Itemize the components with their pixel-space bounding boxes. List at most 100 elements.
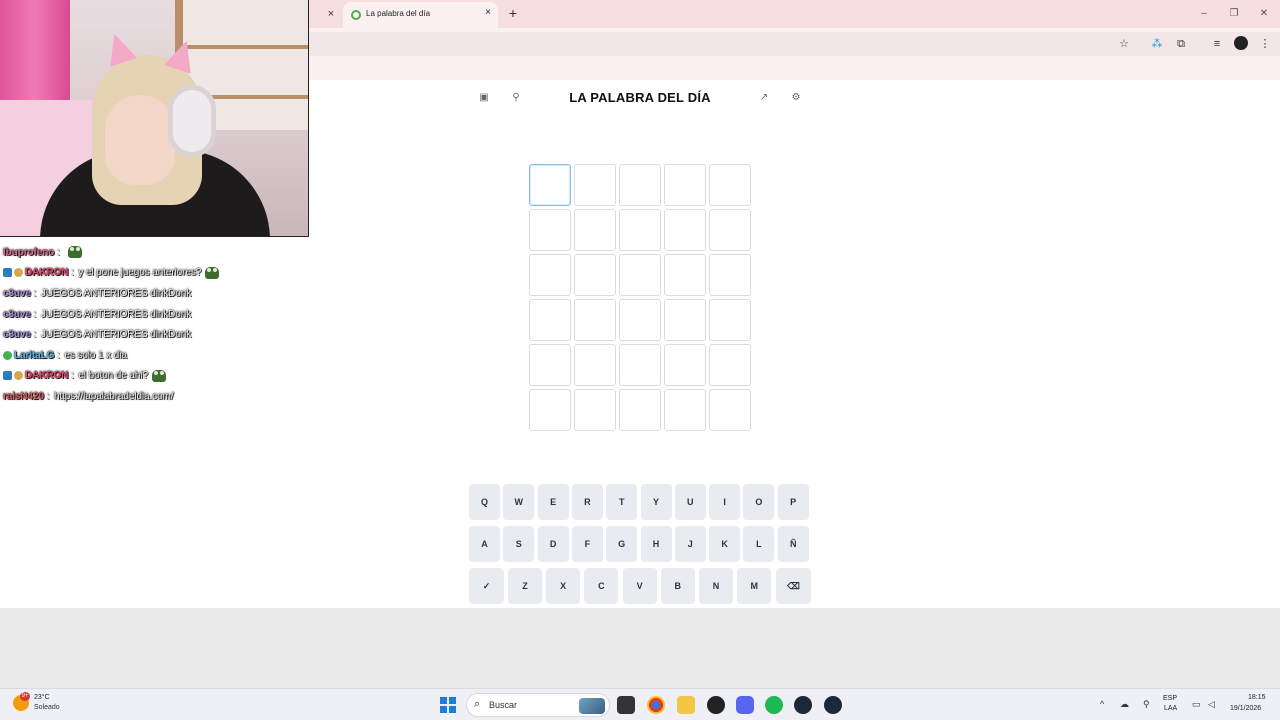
address-bar[interactable]: [309, 32, 1280, 56]
discord-icon[interactable]: [736, 696, 754, 714]
steam-icon[interactable]: [794, 696, 812, 714]
key-s[interactable]: S: [503, 526, 535, 562]
letter-cell: [574, 344, 616, 386]
letter-cell: [664, 344, 706, 386]
letter-cell: [664, 164, 706, 206]
chat-message: c3uve : JUEGOS ANTERIORES dinkDonk: [3, 324, 303, 345]
close-icon[interactable]: ×: [323, 6, 339, 22]
network-icon[interactable]: ☁: [1120, 699, 1129, 710]
desktop-area: [0, 608, 1280, 688]
letter-cell: [709, 344, 751, 386]
key-v[interactable]: V: [622, 568, 657, 604]
pepe-emote-icon: [151, 369, 166, 382]
key-d[interactable]: D: [537, 526, 569, 562]
key-o[interactable]: O: [743, 484, 775, 520]
info-icon[interactable]: ▣: [478, 92, 490, 104]
letter-cell: [529, 389, 571, 431]
chat-message: LaritaLG : es solo 1 x dia: [3, 345, 303, 366]
minimize-button[interactable]: –: [1194, 6, 1214, 22]
key-i[interactable]: I: [709, 484, 741, 520]
chrome-icon[interactable]: [647, 696, 665, 714]
star-icon[interactable]: ☆: [1116, 36, 1132, 52]
file-manager-icon[interactable]: [617, 696, 635, 714]
key-q[interactable]: Q: [469, 484, 500, 520]
letter-cell: [664, 389, 706, 431]
letter-cell: [709, 209, 751, 251]
settings-icon[interactable]: ⚙: [790, 92, 802, 104]
chat-text: JUEGOS ANTERIORES dinkDonk: [40, 329, 192, 341]
key-y[interactable]: Y: [640, 484, 672, 520]
weather-temperature[interactable]: 23°C: [34, 694, 50, 701]
language-layout[interactable]: LAA: [1164, 705, 1177, 712]
monitor-icon[interactable]: ▭: [1192, 699, 1201, 710]
maximize-button[interactable]: ❐: [1224, 6, 1244, 22]
letter-cell: [619, 254, 661, 296]
key-e[interactable]: E: [537, 484, 569, 520]
new-tab-button[interactable]: +: [505, 5, 521, 21]
chat-message: DAKRON : el boton de ahi?: [3, 366, 303, 387]
clock-date[interactable]: 19/1/2026: [1230, 705, 1261, 712]
key-p[interactable]: P: [777, 484, 809, 520]
key-a[interactable]: A: [469, 526, 500, 562]
search-highlight-image: [579, 698, 605, 714]
profile-avatar[interactable]: [1234, 36, 1248, 50]
key-c[interactable]: C: [584, 568, 619, 604]
steam-icon-2[interactable]: [824, 696, 842, 714]
letter-cell: [619, 299, 661, 341]
key-x[interactable]: X: [546, 568, 581, 604]
key-g[interactable]: G: [606, 526, 638, 562]
media-icon[interactable]: ≡: [1209, 36, 1225, 52]
menu-icon[interactable]: ⋮: [1257, 36, 1273, 52]
key-w[interactable]: W: [503, 484, 535, 520]
letter-cell: [619, 164, 661, 206]
key-l[interactable]: L: [743, 526, 775, 562]
microphone-icon[interactable]: ⚲: [1143, 699, 1150, 710]
extensions-icon[interactable]: ⧉: [1173, 36, 1189, 52]
language-code[interactable]: ESP: [1163, 695, 1177, 702]
volume-icon[interactable]: ◁: [1208, 699, 1215, 710]
key-h[interactable]: H: [640, 526, 672, 562]
letter-cell: [574, 299, 616, 341]
tab-bar: × La palabra del día × + – ❐ ✕: [309, 0, 1280, 28]
weather-badge: 9+: [20, 692, 30, 701]
letter-cell: [619, 389, 661, 431]
close-window-button[interactable]: ✕: [1254, 6, 1274, 22]
key-u[interactable]: U: [674, 484, 706, 520]
translate-icon[interactable]: ⁂: [1149, 36, 1165, 52]
folder-icon[interactable]: [677, 696, 695, 714]
search-icon: ⌕: [474, 698, 481, 710]
key-n[interactable]: N: [699, 568, 733, 604]
key-j[interactable]: J: [674, 526, 706, 562]
key-f[interactable]: F: [571, 526, 603, 562]
chat-username: c3uve: [3, 308, 31, 320]
chat-text: https://lapalabradeldia.com/: [53, 390, 174, 402]
key-t[interactable]: T: [606, 484, 638, 520]
chat-badge-icon: [3, 268, 12, 278]
user-icon[interactable]: ⚲: [510, 92, 522, 104]
key-m[interactable]: M: [737, 568, 772, 604]
backspace-key[interactable]: ⌫: [776, 568, 811, 604]
key-z[interactable]: Z: [508, 568, 542, 604]
chat-badge-icon: [14, 371, 23, 381]
taskbar-search[interactable]: ⌕ Buscar: [466, 693, 610, 717]
tab-close-button[interactable]: ×: [481, 7, 495, 18]
obs-icon[interactable]: [707, 696, 725, 714]
letter-cell: [574, 164, 616, 206]
enter-key[interactable]: ✓: [469, 568, 504, 604]
key-ñ[interactable]: Ñ: [777, 526, 809, 562]
clock-time[interactable]: 18:15: [1248, 694, 1266, 701]
key-k[interactable]: K: [709, 526, 741, 562]
chat-text: el boton de ahi?: [78, 370, 148, 382]
windows-start-icon[interactable]: [440, 697, 456, 713]
browser-toolbar: ☆ ⁂ ⧉ ≡ ⋮: [309, 28, 1280, 80]
spotify-icon[interactable]: [765, 696, 783, 714]
tab-la-palabra-del-dia[interactable]: La palabra del día ×: [343, 2, 498, 28]
screen: Ibuprofeno : DAKRON : y el pone juegos a…: [0, 0, 1280, 720]
key-r[interactable]: R: [571, 484, 603, 520]
weather-description[interactable]: Soleado: [34, 704, 60, 711]
chat-separator: :: [68, 267, 77, 279]
chevron-up-icon[interactable]: ^: [1100, 699, 1104, 709]
chat-username: LaritaLG: [14, 349, 55, 361]
key-b[interactable]: B: [660, 568, 695, 604]
stats-icon[interactable]: ↗: [758, 92, 770, 104]
